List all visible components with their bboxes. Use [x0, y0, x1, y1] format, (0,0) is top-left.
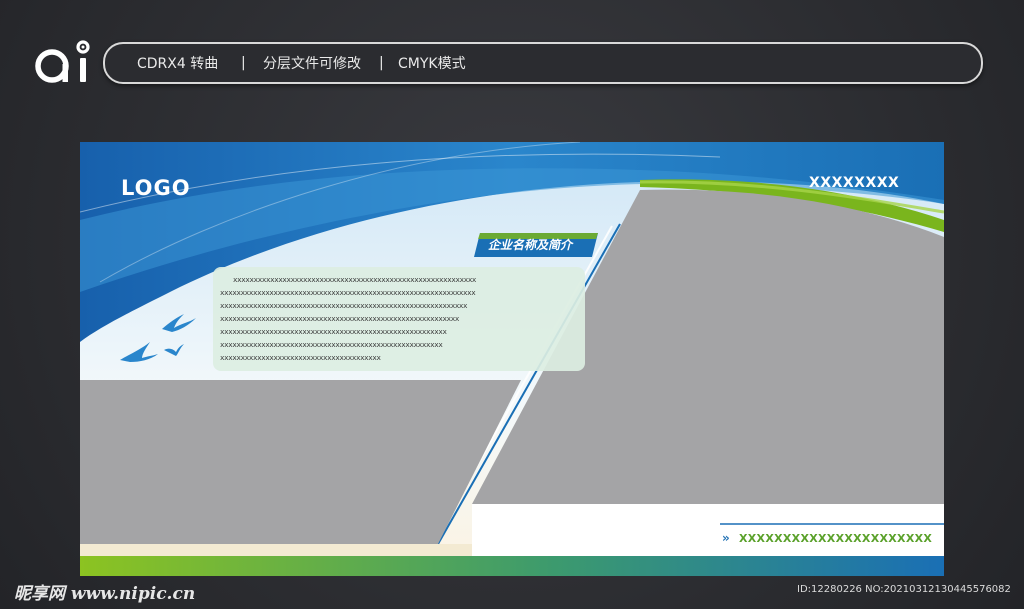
board-logo: LOGO: [121, 176, 191, 200]
ai-logo-icon: [35, 40, 90, 83]
intro-line: xxxxxxxxxxxxxxxxxxxxxxxxxxxxxxxxxxxxxxxx…: [220, 301, 468, 310]
bottom-placeholder: XXXXXXXXXXXXXXXXXXXXXX: [739, 532, 933, 545]
top-right-placeholder: XXXXXXXX: [809, 175, 900, 191]
info-bar: CDRX4 转曲 | 分层文件可修改 | CMYK模式: [103, 42, 983, 84]
intro-line: xxxxxxxxxxxxxxxxxxxxxxxxxxxxxxxxxxxxxxxx…: [220, 340, 443, 349]
image-id: ID:12280226 NO:20210312130445576082: [797, 584, 1011, 595]
intro-text-panel: xxxxxxxxxxxxxxxxxxxxxxxxxxxxxxxxxxxxxxxx…: [213, 267, 585, 371]
info-item-cdr: CDRX4 转曲: [137, 56, 219, 72]
watermark: 昵享网 www.nipic.cn: [14, 584, 196, 604]
separator: |: [379, 55, 384, 71]
intro-line: xxxxxxxxxxxxxxxxxxxxxxxxxxxxxxxxxxxxxxxx…: [220, 288, 476, 297]
display-board: LOGO XXXXXXXX 企业名称及简介 xxxxxxxxxxxxxxxxxx…: [80, 142, 944, 576]
intro-line: xxxxxxxxxxxxxxxxxxxxxxxxxxxxxxxxxxxxxxxx…: [233, 275, 477, 284]
company-tag-label: 企业名称及简介: [488, 238, 573, 252]
company-tag: 企业名称及简介: [474, 233, 598, 257]
info-item-cmyk: CMYK模式: [398, 56, 466, 72]
separator: |: [241, 55, 246, 71]
chevron-right-icon: »: [722, 531, 730, 545]
info-item-layers: 分层文件可修改: [263, 56, 361, 72]
intro-line: xxxxxxxxxxxxxxxxxxxxxxxxxxxxxxxxxxxxxxxx…: [220, 314, 459, 323]
intro-line: xxxxxxxxxxxxxxxxxxxxxxxxxxxxxxxxxxxxxxx: [220, 353, 381, 362]
intro-line: xxxxxxxxxxxxxxxxxxxxxxxxxxxxxxxxxxxxxxxx…: [220, 327, 447, 336]
